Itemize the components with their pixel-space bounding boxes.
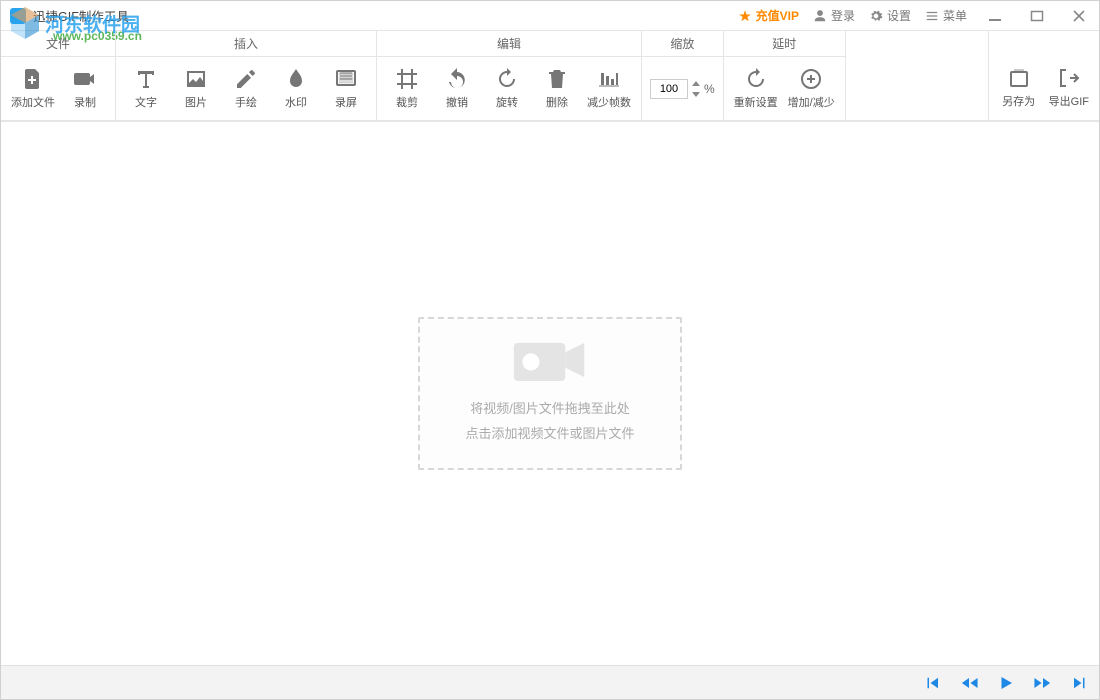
user-icon	[813, 9, 827, 23]
group-delay: 延时 重新设置 增加/减少	[724, 31, 846, 120]
minimize-icon	[988, 9, 1002, 23]
group-title: 文件	[1, 31, 115, 57]
maximize-icon	[1030, 9, 1044, 23]
app-icon	[9, 7, 27, 25]
vip-icon	[738, 9, 752, 23]
window-title: 迅捷GIF制作工具	[33, 6, 129, 25]
group-export: . 另存为 导出GIF	[988, 31, 1099, 120]
undo-button[interactable]: 撤销	[435, 63, 479, 114]
zoom-spinner-icon[interactable]	[691, 81, 701, 97]
menu-icon	[925, 9, 939, 23]
export-gif-button[interactable]: 导出GIF	[1047, 62, 1091, 113]
crop-icon	[395, 67, 419, 91]
group-zoom: 缩放 %	[642, 31, 724, 120]
text-icon	[134, 67, 158, 91]
dropzone-text-2: 点击添加视频文件或图片文件	[465, 422, 634, 447]
camera-icon	[73, 67, 97, 91]
screen-record-button[interactable]: 录屏	[324, 63, 368, 114]
forward-button[interactable]	[1033, 674, 1053, 692]
dropzone-camera-icon	[510, 333, 590, 387]
login-button[interactable]: 登录	[813, 7, 855, 24]
play-button[interactable]	[997, 674, 1015, 692]
image-button[interactable]: 图片	[174, 63, 218, 114]
reset-icon	[744, 67, 768, 91]
go-start-button[interactable]	[923, 674, 941, 692]
group-title: 延时	[724, 31, 845, 57]
undo-icon	[445, 67, 469, 91]
group-edit: 编辑 裁剪 撤销 旋转	[377, 31, 642, 120]
minimize-button[interactable]	[981, 2, 1009, 30]
record-button[interactable]: 录制	[63, 63, 107, 114]
delete-button[interactable]: 删除	[535, 63, 579, 114]
drop-zone[interactable]: 将视频/图片文件拖拽至此处 点击添加视频文件或图片文件	[418, 317, 682, 470]
titlebar: 迅捷GIF制作工具 充值VIP 登录 设置 菜单	[1, 1, 1099, 31]
zoom-input[interactable]	[650, 79, 688, 99]
save-as-button[interactable]: 另存为	[997, 62, 1041, 113]
reduce-frames-button[interactable]: 减少帧数	[585, 63, 633, 114]
settings-button[interactable]: 设置	[869, 7, 911, 24]
go-start-icon	[923, 674, 941, 692]
dropzone-text-1: 将视频/图片文件拖拽至此处	[470, 397, 630, 422]
add-file-button[interactable]: 添加文件	[9, 63, 57, 114]
draw-button[interactable]: 手绘	[224, 63, 268, 114]
gear-icon	[869, 9, 883, 23]
rotate-button[interactable]: 旋转	[485, 63, 529, 114]
group-file: 文件 添加文件 录制	[1, 31, 116, 120]
player-bar	[1, 665, 1099, 699]
group-title: 编辑	[377, 31, 641, 57]
play-icon	[997, 674, 1015, 692]
go-end-button[interactable]	[1071, 674, 1089, 692]
pencil-icon	[234, 67, 258, 91]
group-title: 插入	[116, 31, 376, 57]
reduce-frames-icon	[597, 67, 621, 91]
vip-button[interactable]: 充值VIP	[738, 7, 799, 24]
ribbon-toolbar: 文件 添加文件 录制 插入 文字	[1, 31, 1099, 121]
text-button[interactable]: 文字	[124, 63, 168, 114]
menu-button[interactable]: 菜单	[925, 7, 967, 24]
trash-icon	[545, 67, 569, 91]
rewind-button[interactable]	[959, 674, 979, 692]
group-insert: 插入 文字 图片 手绘	[116, 31, 377, 120]
forward-icon	[1033, 674, 1053, 692]
watermark-icon	[284, 67, 308, 91]
image-icon	[184, 67, 208, 91]
add-file-icon	[21, 67, 45, 91]
export-icon	[1057, 66, 1081, 90]
watermark-button[interactable]: 水印	[274, 63, 318, 114]
group-title: 缩放	[642, 31, 723, 57]
close-icon	[1072, 9, 1086, 23]
increase-decrease-button[interactable]: 增加/减少	[786, 63, 837, 114]
rotate-icon	[495, 67, 519, 91]
rewind-icon	[959, 674, 979, 692]
close-button[interactable]	[1065, 2, 1093, 30]
crop-button[interactable]: 裁剪	[385, 63, 429, 114]
plus-minus-icon	[799, 67, 823, 91]
screen-record-icon	[334, 67, 358, 91]
save-as-icon	[1007, 66, 1031, 90]
go-end-icon	[1071, 674, 1089, 692]
maximize-button[interactable]	[1023, 2, 1051, 30]
zoom-suffix: %	[704, 82, 715, 96]
reset-delay-button[interactable]: 重新设置	[732, 63, 780, 114]
canvas-area: 将视频/图片文件拖拽至此处 点击添加视频文件或图片文件	[1, 121, 1099, 665]
